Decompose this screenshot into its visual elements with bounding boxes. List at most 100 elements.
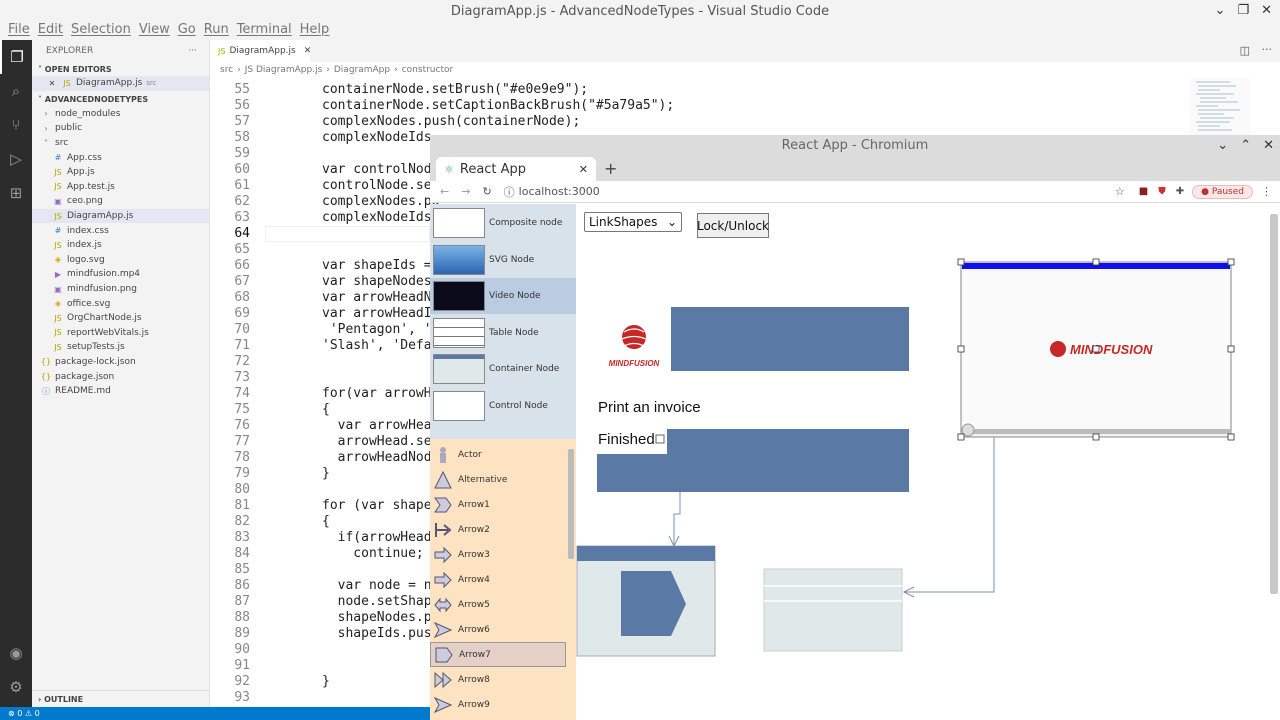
- code-line[interactable]: complexNodeIds.: [322, 210, 439, 225]
- shape-item-arrow7[interactable]: Arrow7: [430, 642, 566, 667]
- close-icon[interactable]: ✕: [46, 79, 58, 88]
- more-actions-icon[interactable]: ···: [188, 46, 197, 56]
- back-icon[interactable]: ←: [440, 185, 449, 198]
- shape-item-arrow5[interactable]: Arrow5: [430, 592, 566, 617]
- run-debug-icon[interactable]: ▷: [0, 142, 32, 176]
- code-line[interactable]: {: [322, 402, 330, 417]
- palette-node-item[interactable]: Container Node: [430, 351, 576, 387]
- extension-icon[interactable]: ■: [1139, 186, 1148, 197]
- tree-item[interactable]: ◈ office.svg: [32, 296, 209, 311]
- code-line[interactable]: for(var arrowHe: [322, 386, 439, 401]
- palette-node-item[interactable]: Table Node: [430, 315, 576, 351]
- ublock-icon[interactable]: ⛊: [1158, 186, 1166, 197]
- code-line[interactable]: for (var shapeI: [322, 498, 439, 513]
- maximize-icon[interactable]: ⌃: [1240, 135, 1251, 157]
- palette-node-item[interactable]: SVG Node: [430, 242, 576, 278]
- code-line[interactable]: 'Slash', 'Defau: [322, 338, 439, 353]
- code-line[interactable]: var controlNode: [322, 162, 439, 177]
- extensions-icon[interactable]: ⊞: [0, 176, 32, 210]
- tree-item[interactable]: {} package-lock.json: [32, 355, 209, 370]
- breadcrumb-src[interactable]: src: [220, 65, 233, 75]
- forward-icon[interactable]: →: [461, 185, 470, 198]
- video-progress-track[interactable]: [962, 429, 1230, 434]
- table-node[interactable]: [763, 568, 903, 652]
- breadcrumb-class[interactable]: DiagramApp: [334, 65, 390, 75]
- code-line[interactable]: continue;: [322, 546, 423, 561]
- palette-node-item[interactable]: Video Node: [430, 278, 576, 315]
- link-shapes-select[interactable]: LinkShapes ⌄: [584, 212, 682, 232]
- tree-item[interactable]: JS setupTests.js: [32, 340, 209, 355]
- link-line[interactable]: [904, 436, 995, 593]
- tree-item[interactable]: ▶ mindfusion.mp4: [32, 267, 209, 282]
- menu-edit[interactable]: Edit: [34, 22, 67, 42]
- code-line[interactable]: shapeIds.push: [322, 626, 440, 641]
- menu-icon[interactable]: ⋮: [1261, 185, 1272, 198]
- tree-item[interactable]: JS App.test.js: [32, 180, 209, 195]
- minimize-icon[interactable]: ⌄: [1217, 135, 1228, 157]
- new-tab-icon[interactable]: +: [604, 159, 617, 178]
- tree-item[interactable]: JS App.js: [32, 165, 209, 180]
- code-line[interactable]: {: [322, 514, 330, 529]
- split-editor-icon[interactable]: ◫: [1240, 44, 1250, 57]
- shape-item-arrow6[interactable]: Arrow6: [430, 617, 566, 642]
- menu-view[interactable]: View: [135, 22, 174, 42]
- tree-item[interactable]: ⓘ README.md: [32, 384, 209, 399]
- account-icon[interactable]: ◉: [0, 636, 32, 670]
- code-line[interactable]: }: [322, 674, 330, 689]
- tree-item[interactable]: # App.css: [32, 150, 209, 165]
- code-line[interactable]: var shapeNodes: [322, 274, 432, 289]
- code-line[interactable]: controlNode.set: [322, 178, 439, 193]
- menu-run[interactable]: Run: [200, 22, 233, 42]
- tree-item[interactable]: › public: [32, 121, 209, 136]
- code-line[interactable]: var arrowHead: [322, 418, 440, 433]
- palette-node-item[interactable]: Composite node: [430, 205, 576, 241]
- more-actions-icon[interactable]: ···: [1262, 43, 1273, 56]
- explorer-icon[interactable]: ❐: [0, 40, 32, 74]
- tree-item[interactable]: ˅ src: [32, 136, 209, 151]
- shape-item-arrow4[interactable]: Arrow4: [430, 567, 566, 592]
- shape-item-alternative[interactable]: Alternative: [430, 467, 566, 492]
- close-icon[interactable]: ✕: [1261, 3, 1272, 18]
- outline-section[interactable]: › OUTLINE: [32, 690, 210, 707]
- menu-go[interactable]: Go: [174, 22, 200, 42]
- tree-item[interactable]: JS reportWebVitals.js: [32, 326, 209, 341]
- tree-item[interactable]: {} package.json: [32, 369, 209, 384]
- shape-item-arrow2[interactable]: Arrow2: [430, 517, 566, 542]
- tree-item[interactable]: ◈ logo.svg: [32, 253, 209, 268]
- close-icon[interactable]: ✕: [304, 46, 312, 56]
- tree-item[interactable]: JS OrgChartNode.js: [32, 311, 209, 326]
- code-line[interactable]: shapeNodes.pu: [322, 610, 440, 625]
- code-line[interactable]: arrowHead.set: [322, 434, 440, 449]
- tree-item[interactable]: # index.css: [32, 223, 209, 238]
- palette-node-item[interactable]: Control Node: [430, 388, 576, 424]
- minimap[interactable]: [1190, 78, 1250, 136]
- tab-diagramapp[interactable]: JS DiagramApp.js ✕: [210, 40, 312, 62]
- chevron-down-icon[interactable]: ⌄: [1215, 3, 1226, 18]
- extensions-puzzle-icon[interactable]: ✚: [1176, 186, 1184, 197]
- lock-unlock-button[interactable]: Lock/Unlock: [697, 213, 769, 238]
- menu-help[interactable]: Help: [296, 22, 334, 42]
- code-line[interactable]: var shapeIds =: [322, 258, 432, 273]
- code-line[interactable]: if(arrowHeadI: [322, 530, 440, 545]
- tree-item[interactable]: JS index.js: [32, 238, 209, 253]
- code-line[interactable]: complexNodes.pu: [322, 194, 439, 209]
- close-icon[interactable]: ✕: [1263, 135, 1274, 157]
- code-line[interactable]: }: [322, 466, 330, 481]
- code-line[interactable]: complexNodes.push(containerNode);: [322, 114, 580, 129]
- code-line[interactable]: containerNode.setCaptionBackBrush("#5a79…: [322, 98, 674, 113]
- shape-item-arrow8[interactable]: Arrow8: [430, 667, 566, 692]
- gear-icon[interactable]: ⚙: [0, 670, 32, 704]
- tree-item[interactable]: ▣ ceo.png: [32, 194, 209, 209]
- source-control-icon[interactable]: ⑂: [0, 108, 32, 142]
- code-line[interactable]: arrowHeadNode: [322, 450, 440, 465]
- code-line[interactable]: node.setShape: [322, 594, 440, 609]
- shape-item-arrow9[interactable]: Arrow9: [430, 692, 566, 717]
- finished-checkbox[interactable]: [655, 434, 665, 444]
- project-section[interactable]: ˅ ADVANCEDNODETYPES: [32, 93, 209, 107]
- code-line[interactable]: var arrowHeadNo: [322, 290, 439, 305]
- restore-icon[interactable]: ❐: [1237, 3, 1249, 18]
- tree-item[interactable]: ▣ mindfusion.png: [32, 282, 209, 297]
- shape-item-actor[interactable]: Actor: [430, 442, 566, 467]
- url-field[interactable]: localhost:3000: [519, 185, 600, 198]
- problems-count[interactable]: ⊗ 0 ⚠ 0: [8, 709, 40, 718]
